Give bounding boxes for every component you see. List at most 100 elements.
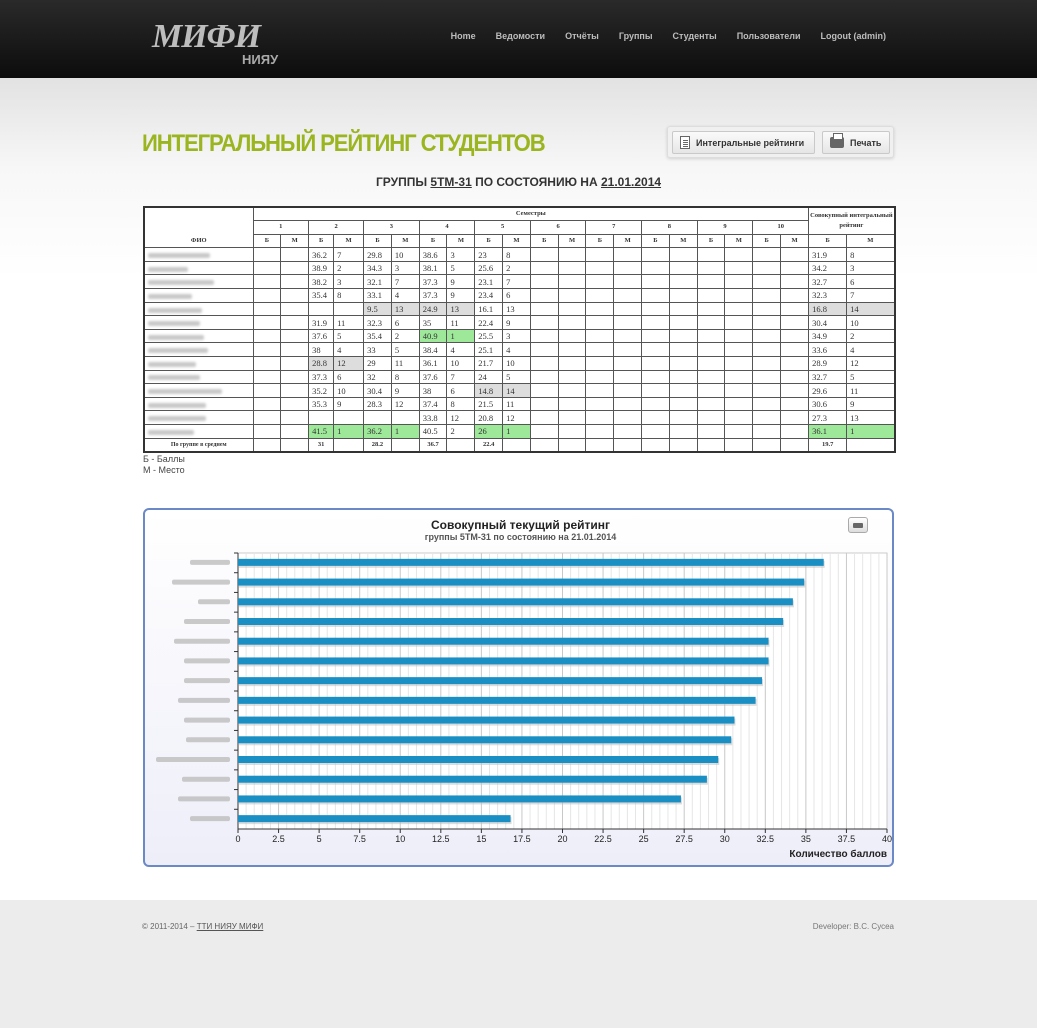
- cell-empty: [780, 356, 810, 371]
- header-semester-3: 3: [363, 220, 420, 235]
- header-semester-7: 7: [585, 220, 643, 235]
- nav-reports[interactable]: Отчёты: [565, 31, 599, 41]
- header-b: Б: [696, 233, 726, 249]
- cell-place: 7: [333, 247, 365, 262]
- cell-empty: [780, 369, 810, 385]
- nav-groups[interactable]: Группы: [619, 31, 653, 41]
- average-row: По группе в среднем 31 28.2 36.7 22.4 19.7: [143, 437, 896, 453]
- bar: [238, 795, 681, 803]
- cell-empty: [724, 410, 754, 425]
- cell-empty: [780, 410, 810, 425]
- cell-place: 9: [333, 396, 365, 412]
- cell-empty: [780, 274, 810, 290]
- group-link[interactable]: 5ТМ-31: [430, 175, 471, 189]
- cell-empty: [668, 369, 698, 385]
- student-name-blurred: [143, 342, 254, 358]
- cell-total-score: 31.9: [808, 247, 848, 262]
- cell-empty: [585, 328, 615, 344]
- bar: [238, 598, 793, 606]
- header-m: М: [390, 233, 420, 249]
- cell-empty: [752, 247, 782, 262]
- cell-empty: [613, 396, 643, 412]
- cell-empty: [613, 410, 643, 425]
- cell-empty: [557, 274, 587, 290]
- cell-total-score: 29.6: [808, 383, 848, 398]
- header-m: М: [613, 233, 643, 249]
- nav-students[interactable]: Студенты: [673, 31, 717, 41]
- blurred-name: [148, 293, 192, 299]
- report-subtitle: ГРУППЫ 5ТМ-31 ПО СОСТОЯНИЮ НА 21.01.2014: [0, 175, 1037, 189]
- cell-empty: [780, 396, 810, 412]
- nav-home[interactable]: Home: [451, 31, 476, 41]
- cell-empty: [724, 396, 754, 412]
- cell-total-score: 30.6: [808, 396, 848, 412]
- blurred-name: [148, 334, 204, 340]
- nav-logout[interactable]: Logout (admin): [821, 31, 886, 41]
- cell-empty: [752, 260, 782, 276]
- cell-empty: [557, 247, 587, 262]
- header-m: М: [333, 233, 365, 249]
- date-link[interactable]: 21.01.2014: [601, 175, 661, 189]
- average-score: 36.7: [418, 437, 448, 453]
- cell-total-score: 32.3: [808, 288, 848, 303]
- cell-empty: [641, 247, 670, 262]
- cell-place: 3: [333, 274, 365, 290]
- header-b: Б: [808, 233, 848, 249]
- cell-empty: [280, 424, 310, 439]
- cell-place: 13: [502, 301, 531, 317]
- cell-place: [390, 410, 420, 425]
- header-b: Б: [752, 233, 782, 249]
- average-score: 31: [308, 437, 335, 453]
- cell-score: 37.4: [418, 396, 448, 412]
- cell-empty: [585, 410, 615, 425]
- nav-users[interactable]: Пользователи: [737, 31, 801, 41]
- header-semester-9: 9: [696, 220, 754, 235]
- cell-empty: [585, 274, 615, 290]
- cell-empty: [696, 383, 726, 398]
- header-b: Б: [418, 233, 448, 249]
- cell-score: 40.9: [418, 328, 448, 344]
- cell-empty: [780, 260, 810, 276]
- cell-empty: [696, 301, 726, 317]
- logo[interactable]: МИФИ НИЯУ: [152, 18, 282, 68]
- cell-empty: [252, 247, 282, 262]
- cell-score: 23.1: [474, 274, 504, 290]
- cell-empty: [641, 288, 670, 303]
- cell-empty: [641, 369, 670, 385]
- cell-place: 10: [446, 356, 476, 371]
- cell-empty: [752, 356, 782, 371]
- footer-link[interactable]: ТТИ НИЯУ МИФИ: [197, 922, 264, 931]
- cell-total-score: 33.6: [808, 342, 848, 358]
- print-button[interactable]: Печать: [822, 131, 890, 154]
- cell-empty: [585, 424, 615, 439]
- cell-total-place: 7: [846, 288, 896, 303]
- bar-label-blurred: [174, 638, 230, 644]
- cell-place: 4: [502, 342, 531, 358]
- cell-score: 28.8: [308, 356, 335, 371]
- bar: [238, 815, 511, 823]
- cell-empty: [252, 356, 282, 371]
- cell-empty: [668, 356, 698, 371]
- cell-empty: [280, 342, 310, 358]
- cell-empty: [585, 288, 615, 303]
- cell-empty: [696, 356, 726, 371]
- cell-empty: [752, 396, 782, 412]
- header-m: М: [280, 233, 310, 249]
- integral-ratings-button[interactable]: Интегральные рейтинги: [672, 131, 815, 154]
- cell-total-place: 13: [846, 410, 896, 425]
- cell-empty: [641, 396, 670, 412]
- table-row: 35.4 8 33.1 4 37.3 9 23.4 6 32.3 7: [143, 288, 896, 303]
- cell-place: 11: [333, 315, 365, 330]
- cell-empty: [557, 342, 587, 358]
- cell-empty: [529, 356, 559, 371]
- cell-empty: [696, 424, 726, 439]
- nav-statements[interactable]: Ведомости: [496, 31, 545, 41]
- cell-score: 33.8: [418, 410, 448, 425]
- cell-place: [333, 410, 365, 425]
- header-b: Б: [363, 233, 392, 249]
- cell-empty: [529, 274, 559, 290]
- cell-empty: [585, 342, 615, 358]
- main-content: ИНТЕГРАЛЬНЫЙ РЕЙТИНГ СТУДЕНТОВ Интеграль…: [0, 78, 1037, 900]
- average-total: 19.7: [808, 437, 848, 453]
- cell-empty: [252, 288, 282, 303]
